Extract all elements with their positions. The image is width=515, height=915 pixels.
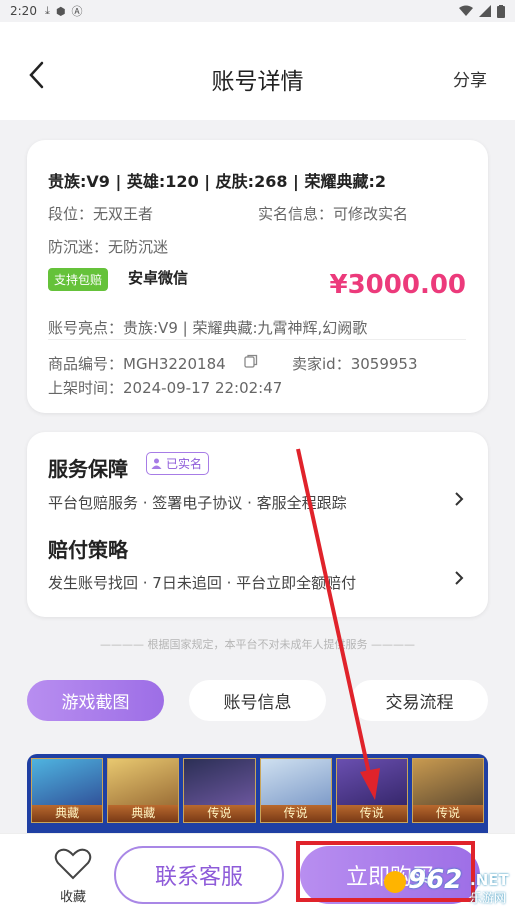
account-summary-card: 贵族:V9 | 英雄:120 | 皮肤:268 | 荣耀典藏:2 段位：无双王者… <box>27 140 488 413</box>
addiction-text: 防沉迷：无防沉迷 <box>48 238 169 256</box>
seller-id: 卖家id：3059953 <box>292 355 418 373</box>
a-icon: Ⓐ <box>71 5 83 18</box>
verified-label: 已实名 <box>166 457 203 471</box>
verified-badge: 已实名 <box>146 452 210 475</box>
skin-tag: 传说 <box>260 805 331 822</box>
age-notice: ———— 根据国家规定，本平台不对未成年人提供服务 ———— <box>100 638 415 651</box>
hero-skin-tile[interactable]: 典藏 <box>107 758 180 823</box>
shield-icon: ⬢ <box>55 4 66 18</box>
page-header: 账号详情 分享 <box>0 22 515 120</box>
product-number: 商品编号：MGH3220184 <box>48 355 226 373</box>
chevron-right-icon[interactable] <box>454 491 464 507</box>
chevron-right-icon[interactable] <box>454 570 464 586</box>
person-icon <box>151 458 162 469</box>
hero-skin-tile[interactable]: 传说 <box>335 758 408 823</box>
tab-screenshots[interactable]: 游戏截图 <box>27 680 164 721</box>
copy-icon[interactable] <box>244 354 258 368</box>
service-card: 服务保障 已实名 平台包赔服务 · 签署电子协议 · 客服全程跟踪 赔付策略 发… <box>27 432 488 617</box>
signal-icon <box>479 5 491 17</box>
price: ¥3000.00 <box>329 270 466 300</box>
policy-desc: 发生账号找回 · 7日未追回 · 平台立即全额赔付 <box>48 574 357 592</box>
account-summary: 贵族:V9 | 英雄:120 | 皮肤:268 | 荣耀典藏:2 <box>48 172 386 191</box>
page-title: 账号详情 <box>211 69 304 95</box>
battery-icon <box>497 4 505 18</box>
realname-text: 实名信息：可修改实名 <box>258 205 409 223</box>
service-desc: 平台包赔服务 · 签署电子协议 · 客服全程跟踪 <box>48 494 347 512</box>
skin-tag: 传说 <box>184 805 255 822</box>
watermark-number: 962 <box>408 865 463 895</box>
tab-account-info[interactable]: 账号信息 <box>189 680 326 721</box>
hero-skin-tile[interactable]: 典藏 <box>31 758 104 823</box>
status-right <box>459 4 505 18</box>
skin-tag: 典藏 <box>108 805 179 822</box>
wifi-icon <box>459 5 473 16</box>
contact-service-button[interactable]: 联系客服 <box>114 846 284 904</box>
screenshot-gallery[interactable]: 典藏 典藏 传说 传说 传说 传说 <box>27 754 488 833</box>
watermark-site: 乐游网 <box>470 891 507 905</box>
hero-skin-tile[interactable]: 传说 <box>411 758 485 823</box>
hero-skin-tile[interactable]: 传说 <box>259 758 332 823</box>
policy-title: 赔付策略 <box>48 538 128 562</box>
platform-text: 安卓微信 <box>128 269 189 287</box>
highlights-text: 账号亮点：贵族:V9 | 荣耀典藏:九霄神辉,幻阙歌 <box>48 319 368 337</box>
heart-icon <box>54 848 92 880</box>
divider <box>48 339 466 340</box>
status-bar: 2:20 ⤓ ⬢ Ⓐ <box>0 0 515 22</box>
skin-tag: 典藏 <box>32 805 103 822</box>
watermark-net: .NET <box>470 871 509 889</box>
hero-skin-tile[interactable]: 传说 <box>183 758 256 823</box>
share-button[interactable]: 分享 <box>453 66 487 91</box>
watermark: 962 .NET 乐游网 <box>384 865 512 910</box>
listed-time: 上架时间：2024-09-17 22:02:47 <box>48 379 283 397</box>
watermark-logo-icon <box>384 871 406 893</box>
skin-tag: 传说 <box>412 805 484 822</box>
service-title: 服务保障 <box>48 457 128 481</box>
rank-text: 段位：无双王者 <box>48 205 154 223</box>
guarantee-badge: 支持包赔 <box>48 268 109 291</box>
tab-trade-process[interactable]: 交易流程 <box>351 680 488 721</box>
favorite-label: 收藏 <box>59 890 86 905</box>
download-icon: ⤓ <box>44 4 50 17</box>
favorite-button[interactable]: 收藏 <box>52 848 94 905</box>
skin-tag: 传说 <box>336 805 407 822</box>
status-time: 2:20 <box>10 4 37 18</box>
